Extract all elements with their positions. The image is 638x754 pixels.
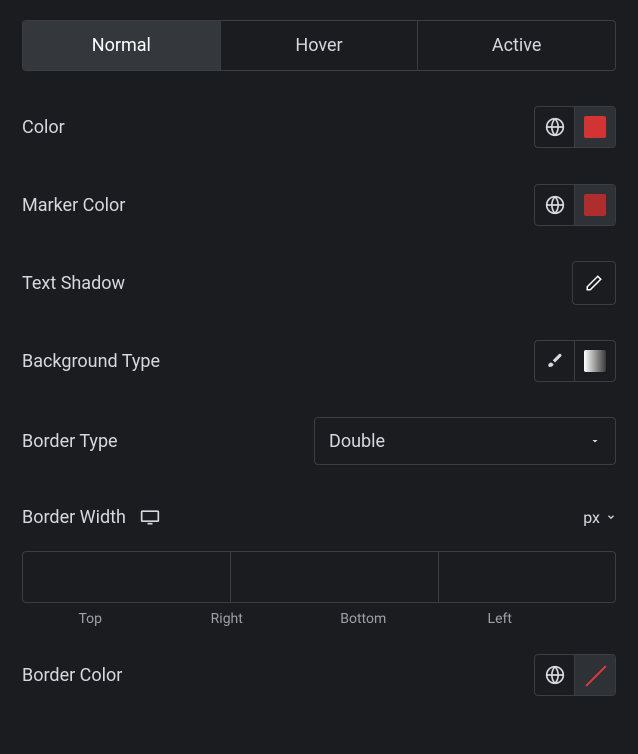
label-marker-color: Marker Color: [22, 195, 125, 216]
side-label-left: Left: [432, 611, 569, 627]
marker-color-control: [534, 184, 616, 226]
background-gradient-button[interactable]: [575, 341, 615, 381]
text-shadow-edit-button[interactable]: [572, 261, 616, 305]
border-color-swatch-none: [584, 664, 606, 686]
border-color-swatch-button[interactable]: [575, 655, 615, 695]
globe-icon: [545, 117, 565, 137]
side-label-right: Right: [159, 611, 296, 627]
border-width-inputs: [22, 551, 616, 603]
marker-color-swatch: [584, 194, 606, 216]
unit-value: px: [583, 508, 600, 527]
background-classic-button[interactable]: [535, 341, 575, 381]
chevron-down-icon: [606, 512, 616, 522]
label-text-shadow: Text Shadow: [22, 273, 125, 294]
globe-icon: [545, 665, 565, 685]
color-control: [534, 106, 616, 148]
label-border-color: Border Color: [22, 665, 122, 686]
tab-normal[interactable]: Normal: [23, 21, 221, 70]
color-swatch: [584, 116, 606, 138]
color-global-button[interactable]: [535, 107, 575, 147]
label-border-width: Border Width: [22, 507, 160, 528]
marker-color-global-button[interactable]: [535, 185, 575, 225]
globe-icon: [545, 195, 565, 215]
caret-down-icon: [589, 435, 601, 447]
row-border-color: Border Color: [22, 653, 616, 697]
side-label-bottom: Bottom: [295, 611, 432, 627]
state-tabs: Normal Hover Active: [22, 20, 616, 71]
border-type-value: Double: [329, 431, 385, 452]
row-marker-color: Marker Color: [22, 183, 616, 227]
row-background-type: Background Type: [22, 339, 616, 383]
border-type-select[interactable]: Double: [314, 417, 616, 465]
background-type-control: [534, 340, 616, 382]
label-color: Color: [22, 117, 65, 138]
row-color: Color: [22, 105, 616, 149]
gradient-icon: [584, 350, 606, 372]
border-color-control: [534, 654, 616, 696]
unit-picker[interactable]: px: [583, 508, 616, 527]
tab-hover[interactable]: Hover: [221, 21, 419, 70]
border-color-global-button[interactable]: [535, 655, 575, 695]
responsive-device-button[interactable]: [140, 508, 160, 526]
label-border-type: Border Type: [22, 431, 118, 452]
row-border-type: Border Type Double: [22, 417, 616, 465]
brush-icon: [546, 352, 564, 370]
label-border-width-text: Border Width: [22, 507, 126, 528]
border-width-bottom-input[interactable]: [439, 552, 616, 602]
pencil-icon: [585, 274, 603, 292]
label-background-type: Background Type: [22, 351, 160, 372]
row-border-width: Border Width px: [22, 495, 616, 539]
border-width-side-labels: Top Right Bottom Left: [22, 611, 616, 627]
border-width-top-input[interactable]: [23, 552, 231, 602]
color-swatch-button[interactable]: [575, 107, 615, 147]
tab-active[interactable]: Active: [418, 21, 615, 70]
marker-color-swatch-button[interactable]: [575, 185, 615, 225]
row-text-shadow: Text Shadow: [22, 261, 616, 305]
side-label-top: Top: [22, 611, 159, 627]
border-width-right-input[interactable]: [231, 552, 439, 602]
